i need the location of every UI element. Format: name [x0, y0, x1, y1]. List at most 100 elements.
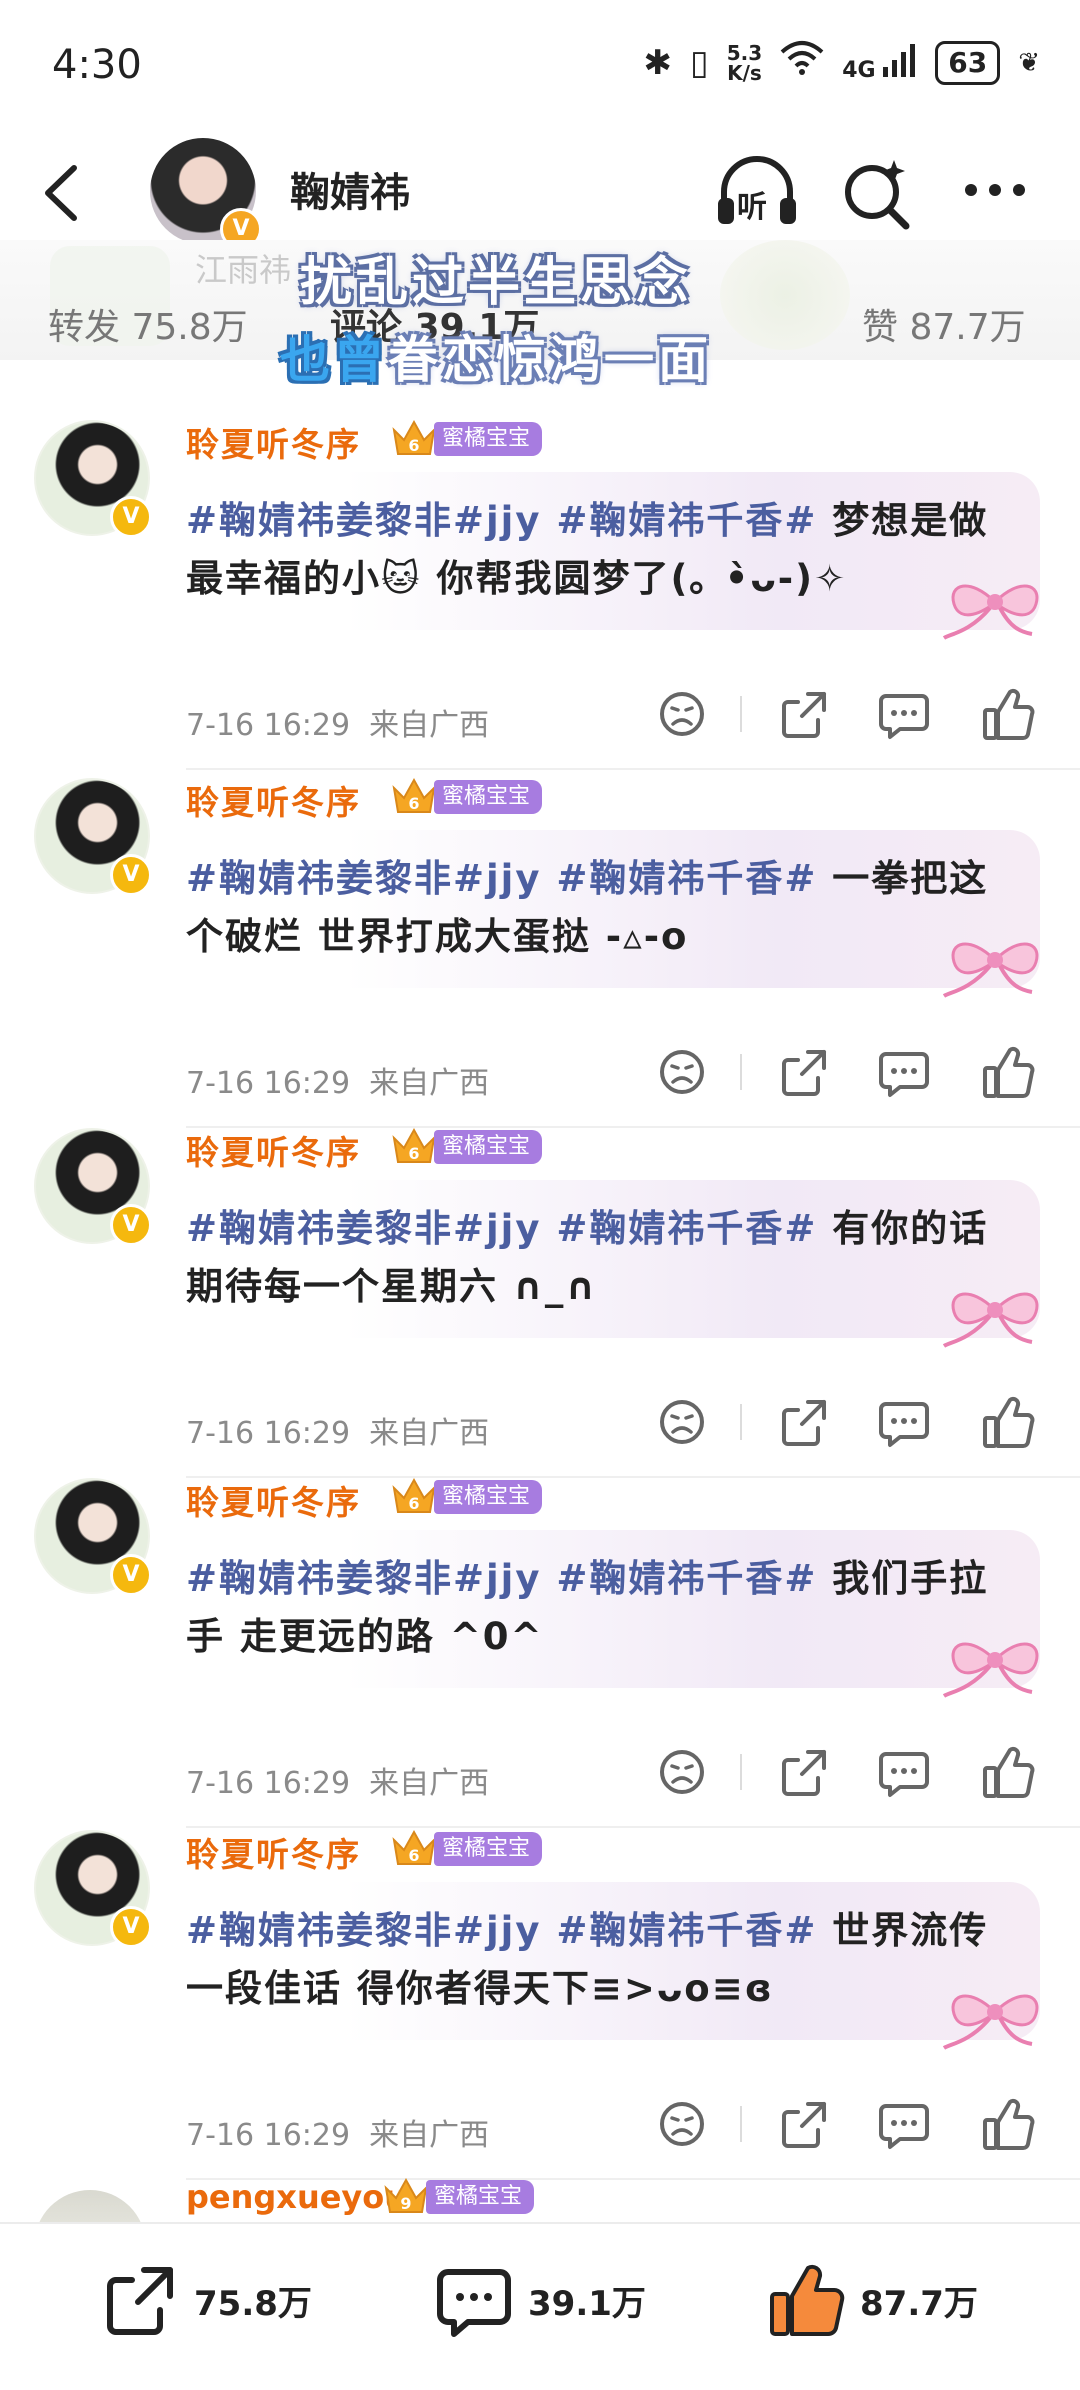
- listen-button[interactable]: 听: [712, 148, 802, 238]
- comment-location: 来自广西: [369, 708, 490, 743]
- author-name[interactable]: 鞠婧祎: [290, 160, 410, 218]
- net-speed: 5.3 K/s: [727, 43, 762, 83]
- comment-count-bottom: 39.1万: [528, 2283, 646, 2324]
- fan-badge: 蜜橘宝宝: [434, 1480, 543, 1514]
- dislike-button[interactable]: [654, 1394, 710, 1450]
- comment-like-button[interactable]: [980, 2096, 1036, 2152]
- comment-like-button[interactable]: [980, 1044, 1036, 1100]
- action-separator: [740, 1754, 742, 1790]
- verified-badge: V: [110, 496, 152, 538]
- comment-meta: 7-16 16:29 来自广西: [186, 1058, 489, 1102]
- comment-meta: 7-16 16:29 来自广西: [186, 1758, 489, 1802]
- commenter-name[interactable]: pengxueyou: [186, 2178, 407, 2216]
- comment-icon: [437, 2269, 511, 2337]
- comment-hashtags[interactable]: #鞠婧祎姜黎非#jjy #鞠婧祎千香#: [186, 1207, 832, 1250]
- commenter-name[interactable]: 聆夏听冬序: [186, 776, 361, 824]
- share-button[interactable]: [776, 686, 832, 742]
- fan-badge: 蜜橘宝宝: [434, 780, 543, 814]
- comment-location: 来自广西: [369, 2118, 490, 2153]
- more-button[interactable]: [955, 160, 1035, 220]
- comment-like-button[interactable]: [980, 1394, 1036, 1450]
- comment-text: #鞠婧祎姜黎非#jjy #鞠婧祎千香# 世界流传一段佳话 得你者得天下≡>ᴗο≡…: [186, 1902, 1006, 2018]
- action-separator: [740, 1404, 742, 1440]
- comment-like-button[interactable]: [980, 1744, 1036, 1800]
- share-icon: [782, 1400, 826, 1446]
- comment-hashtags[interactable]: #鞠婧祎姜黎非#jjy #鞠婧祎千香#: [186, 857, 832, 900]
- comment-item: V 聆夏听冬序 6 蜜橘宝宝 #鞠婧祎姜黎非#jjy #鞠婧祎千香# 有你的话 …: [0, 1108, 1080, 1478]
- bow-icon: [942, 942, 1039, 998]
- reply-button[interactable]: [876, 1044, 932, 1100]
- bow-icon: [942, 1292, 1039, 1348]
- like-thumb-icon: [770, 2264, 845, 2336]
- commenter-name[interactable]: 聆夏听冬序: [186, 1126, 361, 1174]
- comment-item: V 聆夏听冬序 6 蜜橘宝宝 #鞠婧祎姜黎非#jjy #鞠婧祎千香# 一拳把这个…: [0, 758, 1080, 1128]
- comment-text: #鞠婧祎姜黎非#jjy #鞠婧祎千香# 有你的话 期待每一个星期六 ∩_∩: [186, 1200, 1006, 1316]
- like-tab[interactable]: 赞 87.7万: [862, 298, 1026, 350]
- signal-icon: 4G: [842, 43, 917, 83]
- share-button[interactable]: [776, 1394, 832, 1450]
- search-icon: [845, 160, 910, 230]
- back-arrow-icon: [45, 165, 77, 221]
- comment-icon: [879, 2104, 929, 2149]
- comment-icon: [879, 694, 929, 739]
- status-time: 4:30: [52, 42, 142, 88]
- verified-badge: V: [110, 854, 152, 896]
- comment-item: V 聆夏听冬序 6 蜜橘宝宝 #鞠婧祎姜黎非#jjy #鞠婧祎千香# 我们手拉手…: [0, 1458, 1080, 1828]
- dislike-button[interactable]: [654, 2096, 710, 2152]
- like-thumb-icon: [983, 1396, 1035, 1448]
- crown-icon: 9: [384, 2177, 428, 2213]
- dislike-button[interactable]: [654, 1044, 710, 1100]
- share-icon: [782, 692, 826, 738]
- repost-tab[interactable]: 转发 75.8万: [48, 298, 248, 350]
- repost-button[interactable]: 75.8万: [100, 2260, 312, 2340]
- comment-text: #鞠婧祎姜黎非#jjy #鞠婧祎千香# 梦想是做最幸福的小🐱 你帮我圆梦了(｡ …: [186, 492, 1006, 608]
- comment-time: 7-16 16:29: [186, 1066, 351, 1101]
- reply-button[interactable]: [876, 1744, 932, 1800]
- commenter-name[interactable]: 聆夏听冬序: [186, 1828, 361, 1876]
- fan-badge: 蜜橘宝宝: [434, 1832, 543, 1866]
- comment-icon: [879, 1402, 929, 1447]
- share-button[interactable]: [776, 2096, 832, 2152]
- dislike-button[interactable]: [654, 1744, 710, 1800]
- back-button[interactable]: [30, 158, 100, 228]
- bluetooth-icon: ✱: [643, 42, 673, 83]
- commenter-name[interactable]: 聆夏听冬序: [186, 1476, 361, 1524]
- dislike-button[interactable]: [654, 686, 710, 742]
- comment-hashtags[interactable]: #鞠婧祎姜黎非#jjy #鞠婧祎千香#: [186, 1909, 832, 1952]
- crown-level: 6: [408, 1144, 419, 1163]
- dislike-face-icon: [660, 1750, 704, 1794]
- reply-button[interactable]: [876, 2096, 932, 2152]
- like-button[interactable]: 87.7万: [766, 2260, 978, 2340]
- share-button[interactable]: [776, 1044, 832, 1100]
- search-button[interactable]: [836, 154, 916, 234]
- action-separator: [740, 1054, 742, 1090]
- share-icon: [782, 1750, 826, 1796]
- share-button[interactable]: [776, 1744, 832, 1800]
- net-speed-unit: K/s: [727, 60, 762, 85]
- comment-time: 7-16 16:29: [186, 708, 351, 743]
- crown-icon: 6: [392, 419, 436, 455]
- net-speed-value: 5.3: [726, 40, 763, 65]
- dislike-face-icon: [660, 1400, 704, 1444]
- battery-indicator: 63: [935, 40, 1001, 85]
- bottom-action-bar: 75.8万 39.1万 87.7万: [0, 2222, 1080, 2390]
- listen-label: 听: [737, 190, 767, 225]
- status-icons: ✱ ▯ 5.3 K/s 4G 63 ❦: [644, 40, 1040, 85]
- bow-icon: [942, 584, 1039, 640]
- verified-badge: V: [110, 1204, 152, 1246]
- like-thumb-icon: [983, 688, 1035, 740]
- comment-meta: 7-16 16:29 来自广西: [186, 700, 489, 744]
- comment-button[interactable]: 39.1万: [434, 2260, 646, 2340]
- share-icon: [782, 1050, 826, 1096]
- reply-button[interactable]: [876, 686, 932, 742]
- comment-like-button[interactable]: [980, 686, 1036, 742]
- reply-button[interactable]: [876, 1394, 932, 1450]
- comment-hashtags[interactable]: #鞠婧祎姜黎非#jjy #鞠婧祎千香#: [186, 499, 832, 542]
- commenter-name[interactable]: 聆夏听冬序: [186, 418, 361, 466]
- comment-hashtags[interactable]: #鞠婧祎姜黎非#jjy #鞠婧祎千香#: [186, 1557, 832, 1600]
- faded-name: 江雨祎: [195, 251, 292, 289]
- dislike-face-icon: [660, 692, 704, 736]
- crown-level: 6: [408, 1494, 419, 1513]
- crown-level: 6: [408, 436, 419, 455]
- more-dots-icon: [965, 184, 1025, 196]
